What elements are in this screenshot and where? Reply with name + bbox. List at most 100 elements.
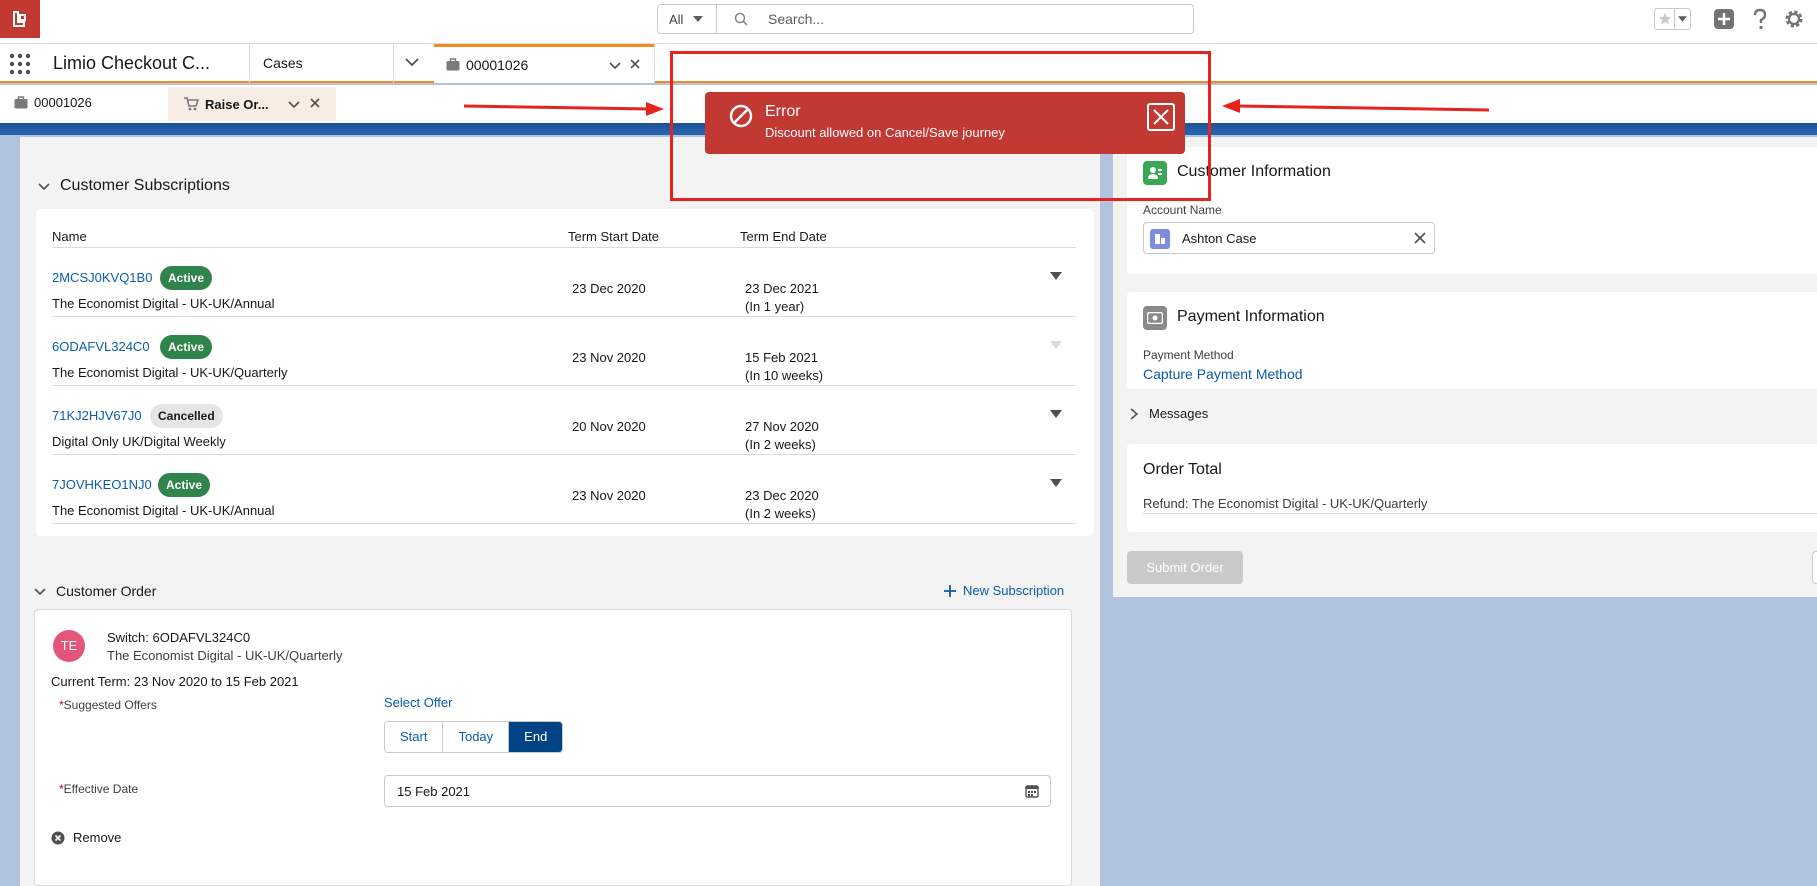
chevron-right-icon <box>1130 407 1139 420</box>
term-relative: (In 1 year) <box>745 299 805 314</box>
today-button[interactable]: Today <box>443 722 510 752</box>
end-button[interactable]: End <box>509 722 563 752</box>
order-section-header[interactable]: Customer Order <box>34 583 156 599</box>
chevron-down-icon[interactable] <box>288 98 300 110</box>
card-title: Order Total <box>1143 461 1222 478</box>
chevron-down-icon <box>34 588 46 596</box>
global-actions-icon[interactable] <box>1713 8 1735 30</box>
payment-information-card: Payment Information Payment Method Captu… <box>1127 292 1817 389</box>
table-row: 71KJ2HJV67J0 Cancelled Digital Only UK/D… <box>52 386 1076 455</box>
calendar-icon[interactable] <box>1025 784 1039 798</box>
remove-button[interactable]: Remove <box>51 830 121 845</box>
search-scope-label: All <box>669 11 684 27</box>
help-icon[interactable] <box>1750 8 1770 30</box>
payment-icon <box>1143 306 1167 330</box>
table-row: 2MCSJ0KVQ1B0 Active The Economist Digita… <box>52 248 1076 317</box>
messages-label: Messages <box>1149 406 1209 421</box>
select-offer-link[interactable]: Select Offer <box>384 695 452 710</box>
divider <box>393 44 394 83</box>
account-name-value: Ashton Case <box>1182 231 1257 246</box>
close-icon[interactable] <box>309 97 321 109</box>
row-menu-icon[interactable] <box>1050 410 1062 418</box>
column-header-start: Term Start Date <box>568 229 660 244</box>
table-row: 6ODAFVL324C0 Active The Economist Digita… <box>52 317 1076 386</box>
capture-payment-method-link[interactable]: Capture Payment Method <box>1143 366 1303 382</box>
tab-case-00001026[interactable]: 00001026 <box>434 44 654 83</box>
global-search: All <box>657 4 1194 34</box>
avatar: TE <box>53 630 85 662</box>
app-logo[interactable] <box>0 0 40 38</box>
term-start: 20 Nov 2020 <box>572 419 646 434</box>
subscription-product: The Economist Digital - UK-UK/Annual <box>52 503 275 518</box>
status-badge: Active <box>158 473 211 497</box>
current-term: Current Term: 23 Nov 2020 to 15 Feb 2021 <box>51 674 299 689</box>
divider <box>1143 513 1817 514</box>
chevron-down-icon[interactable] <box>609 59 621 71</box>
caret-down-icon <box>1678 16 1687 22</box>
card-title: Payment Information <box>1177 308 1325 325</box>
term-relative: (In 2 weeks) <box>745 437 816 452</box>
subscription-product: The Economist Digital - UK-UK/Quarterly <box>52 365 288 380</box>
chevron-down-icon[interactable] <box>404 54 420 70</box>
order-main-panel: Customer Subscriptions Name Term Start D… <box>20 137 1100 886</box>
subtab-raise-order[interactable]: Raise Or... <box>168 87 336 121</box>
order-line-product: The Economist Digital - UK-UK/Quarterly <box>107 648 343 663</box>
account-name-label: Account Name <box>1143 203 1222 217</box>
subscription-product: Digital Only UK/Digital Weekly <box>52 434 226 449</box>
subscription-link[interactable]: 2MCSJ0KVQ1B0 <box>52 270 152 285</box>
suggested-offers-label: *Suggested Offers <box>59 698 157 712</box>
global-header: All <box>0 0 1817 44</box>
row-menu-icon[interactable] <box>1050 341 1062 349</box>
row-menu-icon[interactable] <box>1050 479 1062 487</box>
search-input[interactable] <box>718 5 1192 33</box>
nav-item-cases[interactable]: Cases <box>263 55 303 71</box>
new-subscription-button[interactable]: New Subscription <box>943 583 1064 598</box>
status-badge: Cancelled <box>150 404 223 428</box>
order-total-line: Refund: The Economist Digital - UK-UK/Qu… <box>1143 496 1428 511</box>
row-menu-icon[interactable] <box>1050 272 1062 280</box>
subtab-label: 00001026 <box>34 95 92 110</box>
submit-order-button[interactable]: Submit Order <box>1127 551 1243 584</box>
effective-date-input[interactable] <box>384 775 1051 807</box>
subscription-link[interactable]: 71KJ2HJV67J0 <box>52 408 142 423</box>
favorites-menu-button[interactable] <box>1674 8 1691 30</box>
gear-icon[interactable] <box>1783 8 1805 30</box>
caret-down-icon <box>693 16 704 22</box>
divider <box>654 44 655 83</box>
term-start: 23 Dec 2020 <box>572 281 646 296</box>
account-lookup-field[interactable]: Ashton Case <box>1143 222 1435 254</box>
column-header-end: Term End Date <box>740 229 827 244</box>
subtab-case[interactable]: 00001026 <box>14 95 92 110</box>
term-end: 23 Dec 2020 <box>745 488 819 503</box>
status-badge: Active <box>160 266 213 290</box>
subscription-link[interactable]: 6ODAFVL324C0 <box>52 339 150 354</box>
app-launcher-icon[interactable] <box>9 53 31 75</box>
annotation-highlight-box <box>670 51 1211 201</box>
chevron-down-icon <box>38 183 50 191</box>
term-relative: (In 2 weeks) <box>745 506 816 521</box>
order-summary-panel: Customer Information Account Name Ashton… <box>1113 137 1817 597</box>
term-start: 23 Nov 2020 <box>572 350 646 365</box>
close-icon[interactable] <box>629 58 641 70</box>
logo-icon <box>13 11 26 27</box>
messages-section-toggle[interactable]: Messages <box>1129 406 1208 421</box>
term-relative: (In 10 weeks) <box>745 368 824 383</box>
timing-button-group: Start Today End <box>384 721 564 753</box>
cart-icon <box>184 97 199 111</box>
term-end: 23 Dec 2021 <box>745 281 819 296</box>
search-scope-dropdown[interactable]: All <box>658 5 717 33</box>
order-total-card: Order Total Refund: The Economist Digita… <box>1127 444 1817 532</box>
clear-icon[interactable] <box>1414 232 1426 244</box>
divider <box>249 44 250 83</box>
favorites-button[interactable] <box>1654 8 1675 30</box>
payment-method-label: Payment Method <box>1143 348 1234 362</box>
table-row: 7JOVHKEO1NJ0 Active The Economist Digita… <box>52 455 1076 524</box>
tab-label: 00001026 <box>466 57 529 73</box>
subscriptions-section-header[interactable]: Customer Subscriptions <box>38 177 230 195</box>
account-icon <box>1150 229 1170 249</box>
start-button[interactable]: Start <box>385 722 444 752</box>
secondary-button[interactable] <box>1812 551 1817 584</box>
subscription-link[interactable]: 7JOVHKEO1NJ0 <box>52 477 152 492</box>
app-name: Limio Checkout C... <box>53 53 211 73</box>
customer-information-card: Customer Information Account Name Ashton… <box>1127 147 1817 274</box>
